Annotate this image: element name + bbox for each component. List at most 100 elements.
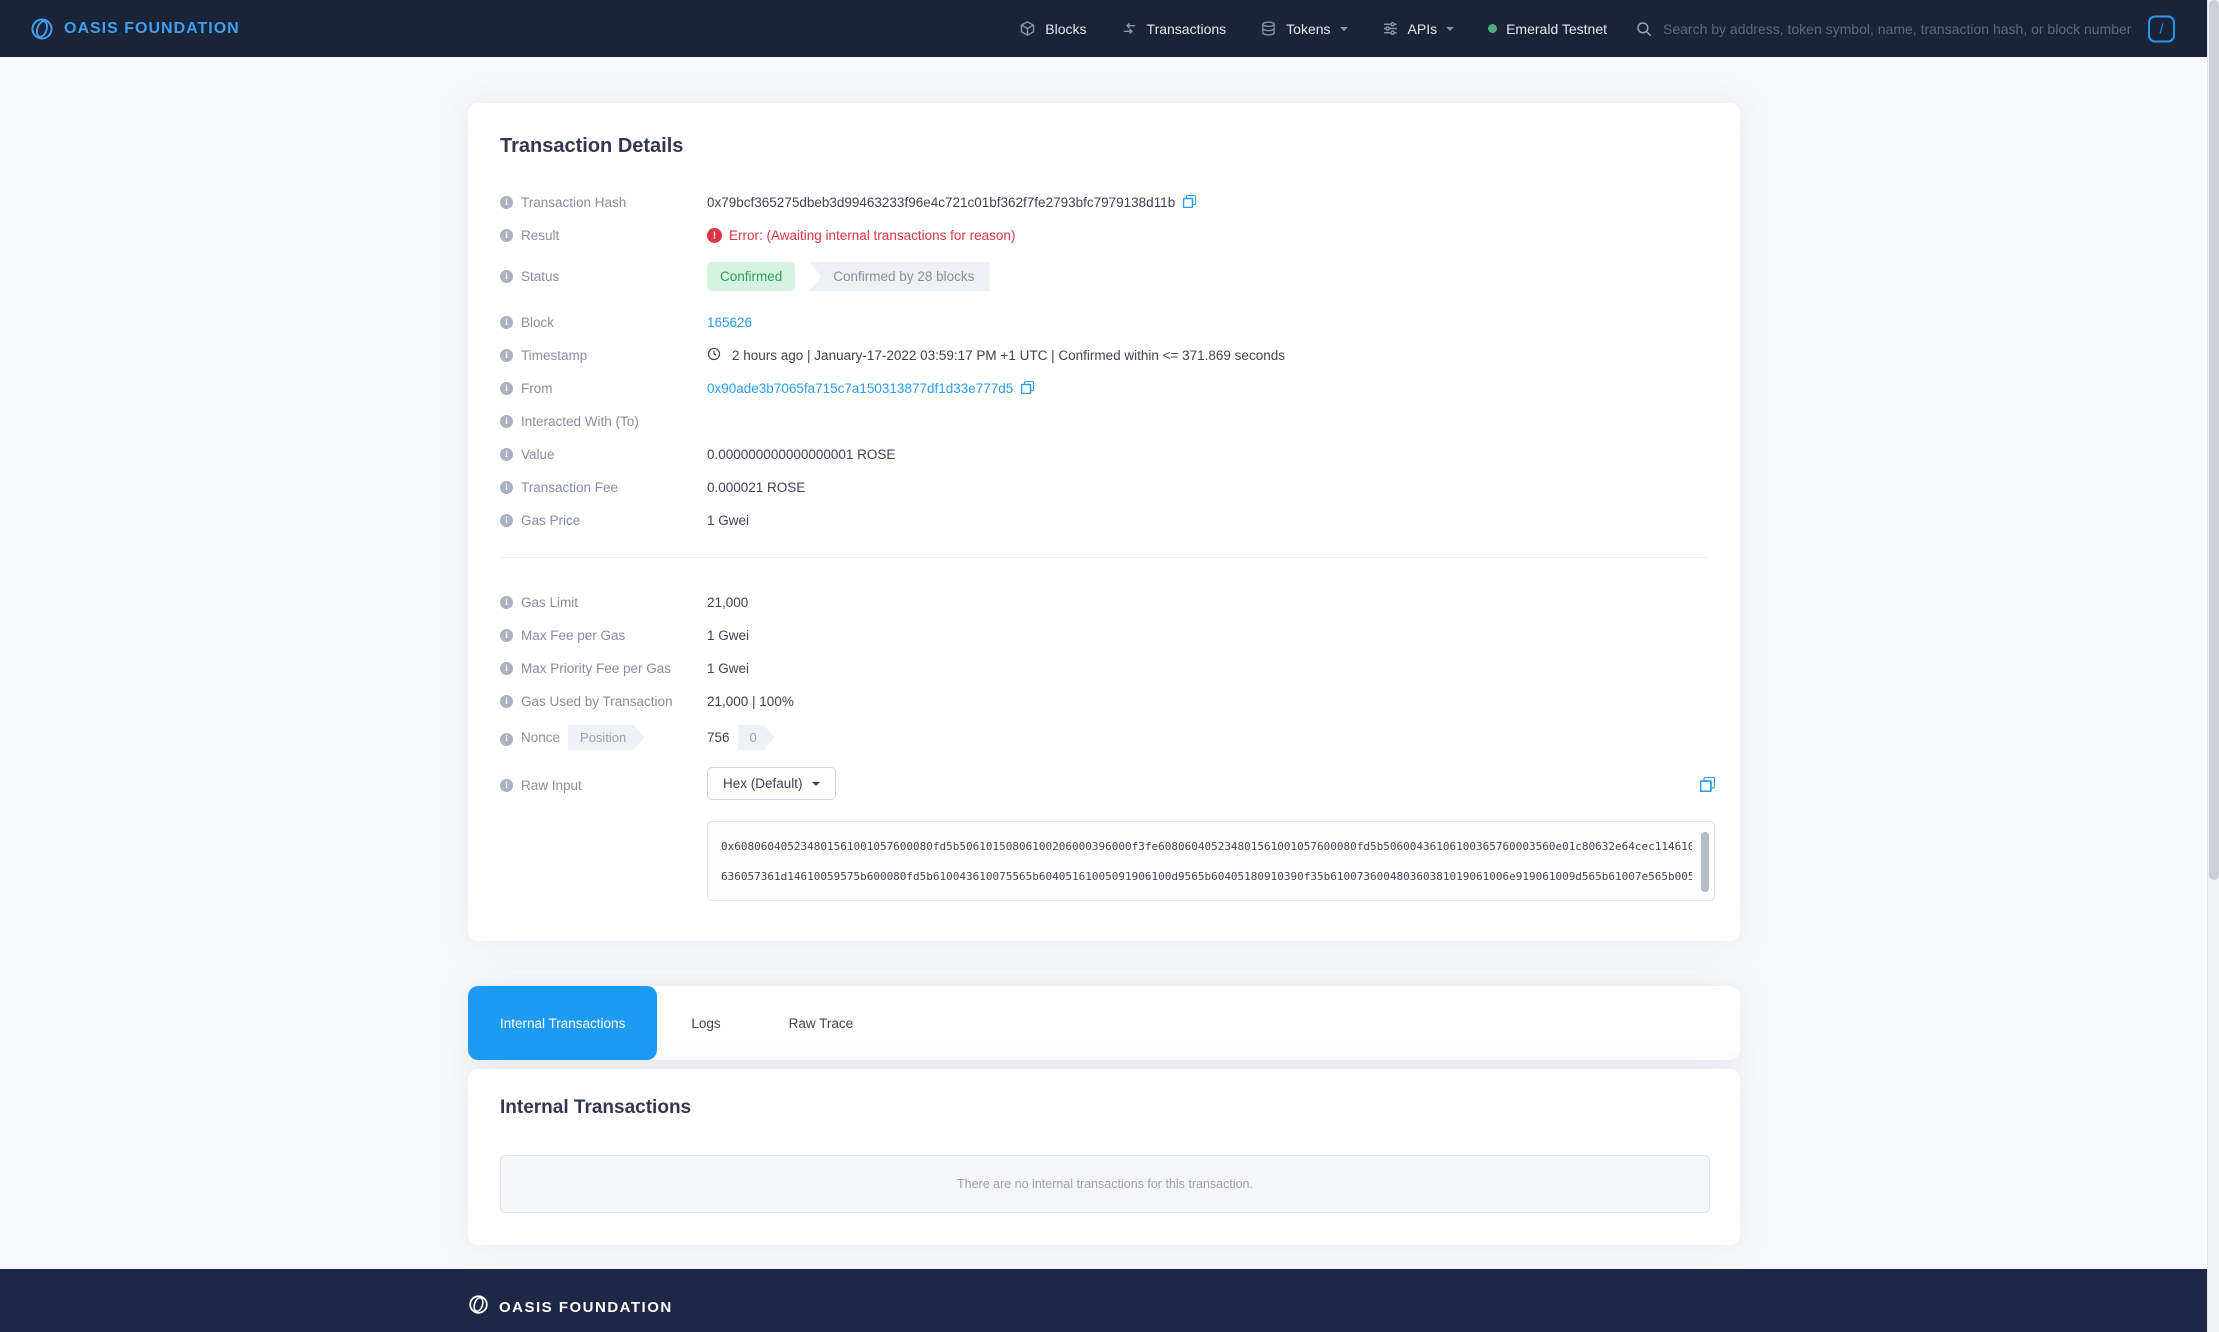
nav-item-transactions[interactable]: Transactions bbox=[1121, 20, 1227, 37]
field-label: From bbox=[521, 379, 553, 398]
footer-brand[interactable]: OASIS FOUNDATION bbox=[468, 1294, 673, 1320]
value-amount: 0.000000000000000001 ROSE bbox=[707, 445, 895, 464]
info-icon[interactable] bbox=[500, 196, 513, 209]
position-value-badge: 0 bbox=[738, 725, 775, 750]
field-label: Interacted With (To) bbox=[521, 412, 639, 431]
raw-input-textarea[interactable]: 0x608060405234801561001057600080fd5b5061… bbox=[707, 821, 1715, 901]
timestamp-value: 2 hours ago | January-17-2022 03:59:17 P… bbox=[732, 346, 1285, 365]
info-icon[interactable] bbox=[500, 514, 513, 527]
tab-internal-transactions[interactable]: Internal Transactions bbox=[468, 986, 657, 1060]
fee-amount: 0.000021 ROSE bbox=[707, 478, 805, 497]
nav-label: Tokens bbox=[1286, 21, 1330, 37]
search-bar: / bbox=[1635, 20, 2175, 38]
empty-message: There are no internal transactions for t… bbox=[957, 1177, 1253, 1191]
network-label: Emerald Testnet bbox=[1506, 21, 1607, 37]
max-priority-fee-value: 1 Gwei bbox=[707, 659, 749, 678]
textarea-scrollbar[interactable] bbox=[1701, 832, 1709, 892]
network-selector[interactable]: Emerald Testnet bbox=[1488, 21, 1607, 37]
dropdown-value: Hex (Default) bbox=[723, 776, 803, 791]
row-gas-used: Gas Used by Transaction 21,000 | 100% bbox=[500, 685, 1708, 718]
row-block: Block 165626 bbox=[500, 301, 1708, 339]
row-max-priority-fee: Max Priority Fee per Gas 1 Gwei bbox=[500, 652, 1708, 685]
transaction-tabs: Internal Transactions Logs Raw Trace bbox=[468, 986, 1740, 1060]
tab-raw-trace[interactable]: Raw Trace bbox=[755, 986, 888, 1060]
field-label: Max Fee per Gas bbox=[521, 626, 625, 645]
field-label: Max Priority Fee per Gas bbox=[521, 659, 671, 678]
info-icon[interactable] bbox=[500, 596, 513, 609]
search-shortcut-badge: / bbox=[2148, 15, 2175, 42]
confirmation-badge: Confirmed by 28 blocks bbox=[809, 262, 990, 291]
info-icon[interactable] bbox=[500, 382, 513, 395]
copy-raw-input-icon[interactable] bbox=[1700, 777, 1715, 792]
info-icon[interactable] bbox=[500, 733, 513, 746]
nav-item-blocks[interactable]: Blocks bbox=[1019, 20, 1086, 37]
field-label: Status bbox=[521, 267, 559, 286]
from-address-link[interactable]: 0x90ade3b7065fa715c7a150313877df1d33e777… bbox=[707, 379, 1013, 398]
footer-brand-text: OASIS FOUNDATION bbox=[499, 1299, 673, 1316]
block-number-link[interactable]: 165626 bbox=[707, 313, 752, 332]
tab-logs[interactable]: Logs bbox=[657, 986, 754, 1060]
gas-limit-value: 21,000 bbox=[707, 593, 748, 612]
nav-label: Blocks bbox=[1045, 21, 1086, 37]
info-icon[interactable] bbox=[500, 779, 513, 792]
transaction-hash-value: 0x79bcf365275dbeb3d99463233f96e4c721c01b… bbox=[707, 193, 1175, 212]
sliders-icon bbox=[1382, 20, 1399, 37]
field-label: Block bbox=[521, 313, 554, 332]
copy-icon[interactable] bbox=[1183, 195, 1196, 208]
copy-icon[interactable] bbox=[1021, 381, 1034, 394]
empty-state: There are no internal transactions for t… bbox=[500, 1155, 1710, 1213]
coins-icon bbox=[1260, 20, 1277, 37]
info-icon[interactable] bbox=[500, 662, 513, 675]
oasis-logo-icon bbox=[30, 17, 54, 41]
row-interacted-with: Interacted With (To) bbox=[500, 405, 1708, 438]
max-fee-value: 1 Gwei bbox=[707, 626, 749, 645]
header-brand[interactable]: OASIS FOUNDATION bbox=[30, 17, 240, 41]
nav-label: APIs bbox=[1408, 21, 1438, 37]
raw-input-format-dropdown[interactable]: Hex (Default) bbox=[707, 767, 836, 800]
page-scrollbar[interactable] bbox=[2207, 0, 2219, 1332]
error-icon bbox=[707, 228, 722, 243]
info-icon[interactable] bbox=[500, 415, 513, 428]
info-icon[interactable] bbox=[500, 695, 513, 708]
info-icon[interactable] bbox=[500, 316, 513, 329]
field-label: Transaction Hash bbox=[521, 193, 626, 212]
field-label: Gas Price bbox=[521, 511, 580, 530]
info-icon[interactable] bbox=[500, 229, 513, 242]
brand-text: OASIS FOUNDATION bbox=[64, 20, 240, 38]
search-icon bbox=[1635, 20, 1653, 38]
info-icon[interactable] bbox=[500, 481, 513, 494]
row-raw-input: Raw Input Hex (Default) bbox=[500, 757, 1708, 908]
position-badge: Position bbox=[568, 725, 644, 750]
swap-arrows-icon bbox=[1121, 20, 1138, 37]
row-gas-price: Gas Price 1 Gwei bbox=[500, 504, 1708, 537]
nav-item-tokens[interactable]: Tokens bbox=[1260, 20, 1347, 37]
cube-icon bbox=[1019, 20, 1036, 37]
page-scrollbar-thumb[interactable] bbox=[2209, 0, 2219, 880]
field-label: Raw Input bbox=[521, 776, 582, 795]
row-transaction-fee: Transaction Fee 0.000021 ROSE bbox=[500, 471, 1708, 504]
nav-menu: Blocks Transactions Tokens bbox=[985, 20, 2175, 38]
field-label: Result bbox=[521, 226, 559, 245]
info-icon[interactable] bbox=[500, 448, 513, 461]
info-icon[interactable] bbox=[500, 270, 513, 283]
page-footer: OASIS FOUNDATION bbox=[0, 1269, 2219, 1332]
field-label: Nonce bbox=[521, 728, 560, 747]
row-status: Status Confirmed Confirmed by 28 blocks bbox=[500, 252, 1708, 301]
field-label: Transaction Fee bbox=[521, 478, 618, 497]
result-error: Error: (Awaiting internal transactions f… bbox=[707, 226, 1015, 245]
nav-item-apis[interactable]: APIs bbox=[1382, 20, 1455, 37]
field-label: Gas Used by Transaction bbox=[521, 692, 673, 711]
chevron-down-icon bbox=[812, 782, 820, 790]
row-gas-limit: Gas Limit 21,000 bbox=[500, 586, 1708, 619]
main-content: Transaction Details Transaction Hash 0x7… bbox=[468, 103, 1740, 1245]
network-status-dot bbox=[1488, 24, 1497, 33]
info-icon[interactable] bbox=[500, 349, 513, 362]
row-from: From 0x90ade3b7065fa715c7a150313877df1d3… bbox=[500, 372, 1708, 405]
raw-input-line: 0x608060405234801561001057600080fd5b5061… bbox=[721, 832, 1692, 862]
info-icon[interactable] bbox=[500, 629, 513, 642]
nonce-value: 756 bbox=[707, 728, 730, 747]
oasis-logo-icon bbox=[468, 1294, 489, 1320]
page-title: Transaction Details bbox=[500, 135, 1708, 158]
clock-icon bbox=[707, 347, 721, 361]
search-input[interactable] bbox=[1663, 21, 2175, 37]
